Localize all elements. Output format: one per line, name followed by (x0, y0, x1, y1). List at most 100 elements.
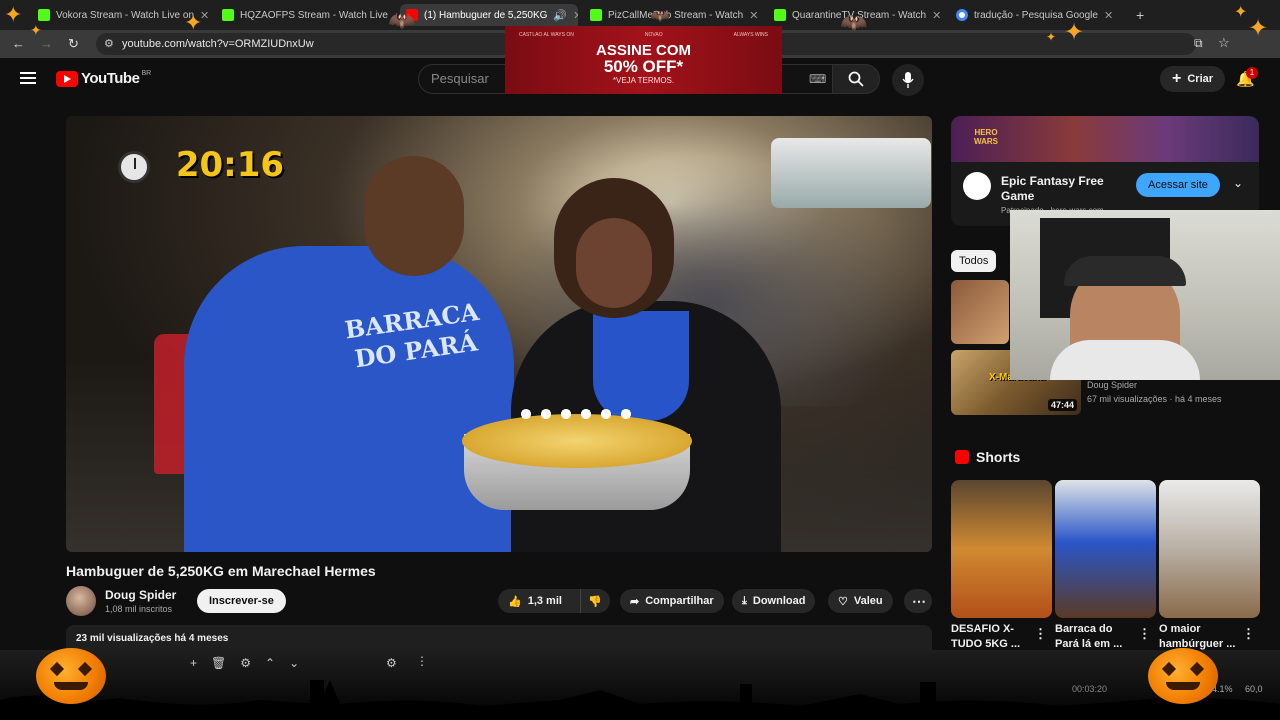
channel-avatar[interactable] (66, 586, 96, 616)
new-tab-button[interactable]: + (1136, 4, 1152, 26)
search-placeholder: Pesquisar (431, 71, 489, 86)
tab-title: Vokora Stream - Watch Live on (56, 9, 195, 21)
thanks-button[interactable]: ♡ Valeu (828, 589, 893, 613)
short-title-3[interactable]: O maior hambúrguer ... (1159, 622, 1239, 652)
share-arrow-icon: ➦ (630, 595, 640, 608)
shorts-logo-icon (955, 450, 969, 464)
sparkle-star-icon: ✦ (184, 10, 203, 35)
notification-count-badge: 1 (1246, 67, 1258, 79)
create-button[interactable]: + Criar (1160, 66, 1226, 92)
related-duration: 47:44 (1047, 399, 1077, 411)
man-head (364, 156, 464, 276)
video-title: Hambuguer de 5,250KG em Marechael Hermes (66, 563, 376, 579)
thanks-label: Valeu (853, 595, 883, 607)
kick-favicon-icon (590, 9, 602, 21)
sparkle-star-icon: ✦ (1046, 30, 1057, 44)
close-tab-icon[interactable]: ✕ (749, 9, 758, 22)
short-more-icon[interactable]: ⋮ (1034, 626, 1047, 642)
more-actions-button[interactable]: ⋯ (904, 589, 932, 613)
kick-favicon-icon (38, 9, 50, 21)
youtube-logo[interactable]: YouTube BR (56, 70, 151, 87)
tab-google[interactable]: tradução - Pesquisa Google ✕ (956, 4, 1126, 26)
install-app-icon[interactable]: ⧉ (1194, 36, 1203, 51)
shorts-heading: Shorts (976, 449, 1021, 465)
share-button[interactable]: ➦ Compartilhar (620, 589, 724, 613)
timer-value: 20:16 (175, 145, 285, 185)
bus-background (771, 138, 931, 208)
download-button[interactable]: ⤓ Download (732, 589, 816, 613)
channel-name[interactable]: Doug Spider (105, 588, 176, 602)
site-info-icon[interactable]: ⚙ (104, 33, 114, 55)
short-title-2[interactable]: Barraca do Pará lá em ... (1055, 622, 1135, 652)
forward-icon[interactable]: → (40, 36, 53, 51)
short-more-icon[interactable]: ⋮ (1138, 626, 1151, 642)
subscription-ad-banner[interactable]: CASTLAO AL WAYS ON NOVAO ALWAYS WINS ASS… (505, 26, 782, 94)
short-thumbnail-1[interactable] (951, 480, 1052, 618)
ad-brand: HERO WARS (974, 128, 998, 146)
tab-title: PizCallMeDub Stream - Watch (608, 9, 744, 21)
tab-youtube-active[interactable]: (1) Hambuguer de 5,250KG 🔊 ✕ (400, 4, 578, 26)
search-icon (848, 71, 864, 87)
quail-eggs (516, 404, 636, 424)
thumbs-down-icon: 👎 (588, 595, 602, 608)
sparkle-star-icon: ✦ (30, 22, 42, 38)
chevron-down-icon[interactable]: ⌄ (1233, 176, 1243, 190)
heart-dollar-icon: ♡ (838, 595, 848, 608)
tab-hqzaofps[interactable]: HQZAOFPS Stream - Watch Live ✕ (222, 4, 390, 26)
ad-small-mid: NOVAO (644, 32, 663, 38)
youtube-logo-text: YouTube (81, 70, 140, 87)
short-more-icon[interactable]: ⋮ (1242, 626, 1255, 642)
back-icon[interactable]: ← (12, 36, 25, 51)
views-line: 23 mil visualizações há 4 meses (76, 633, 229, 644)
keyboard-icon[interactable]: ⌨ (809, 65, 826, 93)
close-tab-icon[interactable]: ✕ (573, 9, 578, 22)
download-icon: ⤓ (742, 594, 747, 607)
subscribe-button[interactable]: Inscrever-se (197, 589, 286, 613)
jack-o-lantern-icon (36, 648, 106, 704)
stream-timer-overlay: 20:16 (118, 145, 284, 185)
subscriber-count: 1,08 mil inscritos (105, 604, 173, 614)
short-thumbnail-3[interactable] (1159, 480, 1260, 618)
graveyard-silhouette (0, 680, 1280, 720)
tab-title: (1) Hambuguer de 5,250KG (424, 9, 548, 21)
mute-tab-icon[interactable]: 🔊 (553, 9, 567, 22)
youtube-play-logo-icon (56, 70, 78, 87)
related-meta: 67 mil visualizações · há 4 meses (1087, 394, 1222, 404)
related-thumb-partial[interactable] (951, 280, 1009, 344)
download-label: Download (752, 595, 806, 607)
ad-brand-avatar (963, 172, 991, 200)
ad-cta-button[interactable]: Acessar site (1136, 173, 1220, 197)
url-text: youtube.com/watch?v=ORMZIUDnxUw (122, 38, 314, 50)
bookmark-star-icon[interactable]: ☆ (1218, 35, 1230, 51)
tab-vokora[interactable]: Vokora Stream - Watch Live on ✕ (38, 4, 208, 26)
clock-icon (118, 150, 150, 183)
bat-icon: 🦇 (840, 10, 868, 35)
bat-icon: 🦇 (650, 8, 670, 25)
ad-line-3: *VEJA TERMOS. (612, 76, 675, 85)
filter-chip-all[interactable]: Todos (951, 250, 997, 272)
man-blue-shirt: BARRACA DO PARÁ (184, 246, 514, 552)
dislike-button[interactable]: 👎 (580, 589, 610, 613)
close-tab-icon[interactable]: ✕ (932, 9, 941, 22)
close-tab-icon[interactable]: ✕ (1104, 9, 1113, 22)
short-title-1[interactable]: DESAFIO X-TUDO 5KG ... (951, 622, 1031, 652)
create-label: Criar (1187, 73, 1214, 85)
thumbs-up-icon: 👍 (508, 595, 522, 608)
short-thumbnail-2[interactable] (1055, 480, 1156, 618)
shirt-print: BARRACA DO PARÁ (342, 296, 481, 374)
reload-icon[interactable]: ↻ (68, 36, 79, 52)
related-channel: Doug Spider (1087, 380, 1138, 390)
more-dots-icon: ⋯ (912, 592, 926, 609)
voice-search-button[interactable] (892, 64, 924, 96)
microphone-icon (902, 72, 914, 88)
sparkle-star-icon: ✦ (1064, 19, 1085, 46)
kick-favicon-icon (774, 9, 786, 21)
ad-line-1: ASSINE COM (595, 42, 691, 59)
kick-favicon-icon (222, 9, 234, 21)
like-count: 1,3 mil (527, 595, 562, 607)
search-button[interactable] (832, 64, 880, 94)
tab-pizcallmedub[interactable]: PizCallMeDub Stream - Watch ✕ (590, 4, 758, 26)
like-button[interactable]: 👍 1,3 mil (498, 589, 580, 613)
hamburger-menu-icon[interactable] (20, 72, 36, 84)
ad-line-2: 50% OFF* (603, 57, 684, 76)
